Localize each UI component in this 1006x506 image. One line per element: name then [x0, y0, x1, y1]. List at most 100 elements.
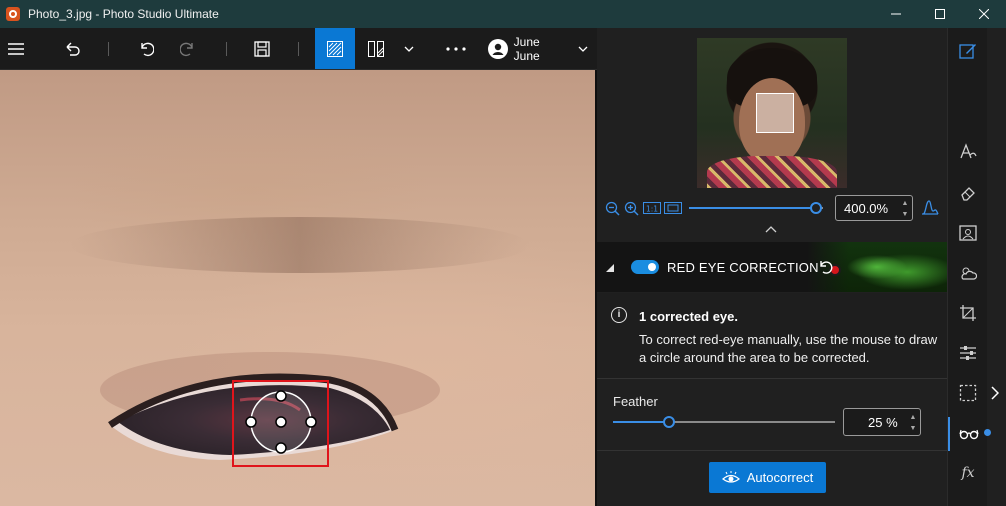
feather-decrement-icon[interactable]: ▼	[908, 424, 918, 433]
rail-expand-strip	[984, 28, 1006, 506]
view-dropdown-button[interactable]	[400, 28, 418, 69]
histogram-icon[interactable]	[921, 199, 939, 215]
rail-adjust-button[interactable]	[948, 336, 988, 370]
feather-value: 25 %	[868, 414, 898, 430]
edit-icon	[959, 44, 976, 59]
fit-to-window-icon[interactable]	[664, 201, 682, 215]
user-account-button[interactable]: June June	[488, 28, 588, 69]
zoom-slider-thumb[interactable]	[810, 202, 823, 214]
reset-icon[interactable]	[817, 259, 833, 275]
toolbar-divider	[226, 42, 227, 56]
text-icon	[960, 143, 977, 159]
rail-edit-button[interactable]	[948, 34, 988, 68]
red-eye-info: i 1 corrected eye. To correct red-eye ma…	[597, 293, 947, 379]
info-body: To correct red-eye manually, use the mou…	[639, 332, 938, 365]
navigator-viewport-box[interactable]	[756, 93, 794, 133]
redo-button[interactable]	[174, 28, 202, 69]
rail-eraser-button[interactable]	[948, 176, 988, 210]
panel-divider	[597, 450, 947, 451]
feather-increment-icon[interactable]: ▲	[908, 413, 918, 422]
split-view-button[interactable]	[364, 28, 388, 69]
close-icon	[979, 9, 989, 19]
save-button[interactable]	[248, 28, 276, 69]
expand-panel-icon[interactable]	[991, 386, 999, 400]
feather-slider-thumb[interactable]	[662, 416, 675, 428]
zoom-controls: 1:1 400.0% ▲ ▼	[597, 193, 947, 223]
avatar	[488, 38, 508, 59]
resize-handle-right[interactable]	[305, 416, 317, 428]
zoom-slider-fill	[689, 207, 817, 209]
red-eye-toggle[interactable]	[631, 260, 659, 274]
zoom-decrement-icon[interactable]: ▼	[900, 210, 910, 219]
eye-autocorrect-icon	[721, 470, 740, 483]
rail-text-button[interactable]	[948, 135, 988, 169]
split-view-icon	[368, 40, 384, 57]
app-logo-icon	[6, 7, 20, 21]
tool-rail: fx	[947, 28, 987, 506]
zoom-value: 400.0%	[844, 200, 889, 216]
window-controls	[874, 0, 1006, 28]
chevron-down-icon	[404, 46, 414, 52]
more-button[interactable]	[440, 28, 472, 69]
maximize-icon	[935, 9, 945, 19]
user-name: June June	[513, 34, 540, 63]
adjust-icon	[960, 346, 976, 360]
compare-icon	[327, 40, 343, 57]
maximize-button[interactable]	[918, 0, 962, 28]
chevron-up-icon	[765, 226, 777, 233]
save-icon	[254, 40, 270, 57]
undo-icon	[141, 42, 154, 56]
undo-button[interactable]	[132, 28, 160, 69]
more-icon	[446, 46, 466, 51]
effects-icon: fx	[961, 465, 975, 481]
rail-portrait-button[interactable]	[948, 216, 988, 250]
collapse-triangle-icon[interactable]	[606, 264, 614, 272]
photo-closeup	[70, 217, 530, 467]
compare-button[interactable]	[315, 28, 355, 69]
rail-selection-button[interactable]	[948, 376, 988, 410]
feather-value-input[interactable]: 25 % ▲ ▼	[843, 408, 921, 436]
collapse-navigator-button[interactable]	[765, 225, 777, 236]
red-eye-icon	[959, 429, 979, 440]
minimize-button[interactable]	[874, 0, 918, 28]
section-title: RED EYE CORRECTION	[667, 260, 819, 275]
eraser-icon	[961, 187, 975, 201]
rail-weather-button[interactable]	[948, 256, 988, 290]
main-toolbar: June June	[0, 28, 597, 70]
actual-size-icon[interactable]: 1:1	[643, 201, 661, 215]
menu-button[interactable]	[4, 28, 28, 69]
rail-crop-button[interactable]	[948, 296, 988, 330]
feather-slider-fill	[613, 421, 669, 423]
weather-icon	[961, 267, 977, 280]
undo-history-button[interactable]	[58, 28, 86, 69]
adjustment-panel: 1:1 400.0% ▲ ▼ RED EYE CORRECTION i 1 co…	[597, 28, 947, 506]
resize-handle-bottom[interactable]	[275, 442, 287, 454]
autocorrect-button[interactable]: Autocorrect	[709, 462, 826, 493]
undo-history-icon	[66, 42, 80, 56]
zoom-increment-icon[interactable]: ▲	[900, 199, 910, 208]
portrait-icon	[959, 225, 977, 241]
feather-label: Feather	[613, 394, 658, 409]
rail-effects-button[interactable]: fx	[948, 456, 988, 490]
navigator-preview[interactable]	[697, 38, 847, 188]
red-eye-section-header: RED EYE CORRECTION	[597, 242, 947, 292]
zoom-value-input[interactable]: 400.0% ▲ ▼	[835, 195, 913, 221]
autocorrect-label: Autocorrect	[746, 470, 814, 485]
zoom-out-icon[interactable]	[605, 201, 621, 217]
redo-icon	[180, 42, 193, 56]
info-icon: i	[611, 307, 627, 323]
actual-size-label: 1:1	[646, 205, 658, 214]
resize-handle-left[interactable]	[245, 416, 257, 428]
menu-icon	[8, 42, 24, 55]
toolbar-divider	[298, 42, 299, 56]
title-bar: Photo_3.jpg - Photo Studio Ultimate	[0, 0, 1006, 28]
image-canvas[interactable]	[0, 70, 595, 506]
preview-garment	[707, 156, 837, 188]
rail-red-eye-button[interactable]	[948, 417, 988, 451]
close-button[interactable]	[962, 0, 1006, 28]
resize-handle-top[interactable]	[275, 390, 287, 402]
move-handle-center[interactable]	[275, 416, 287, 428]
crop-icon	[960, 305, 976, 321]
toolbar-divider	[108, 42, 109, 56]
zoom-in-icon[interactable]	[624, 201, 640, 217]
